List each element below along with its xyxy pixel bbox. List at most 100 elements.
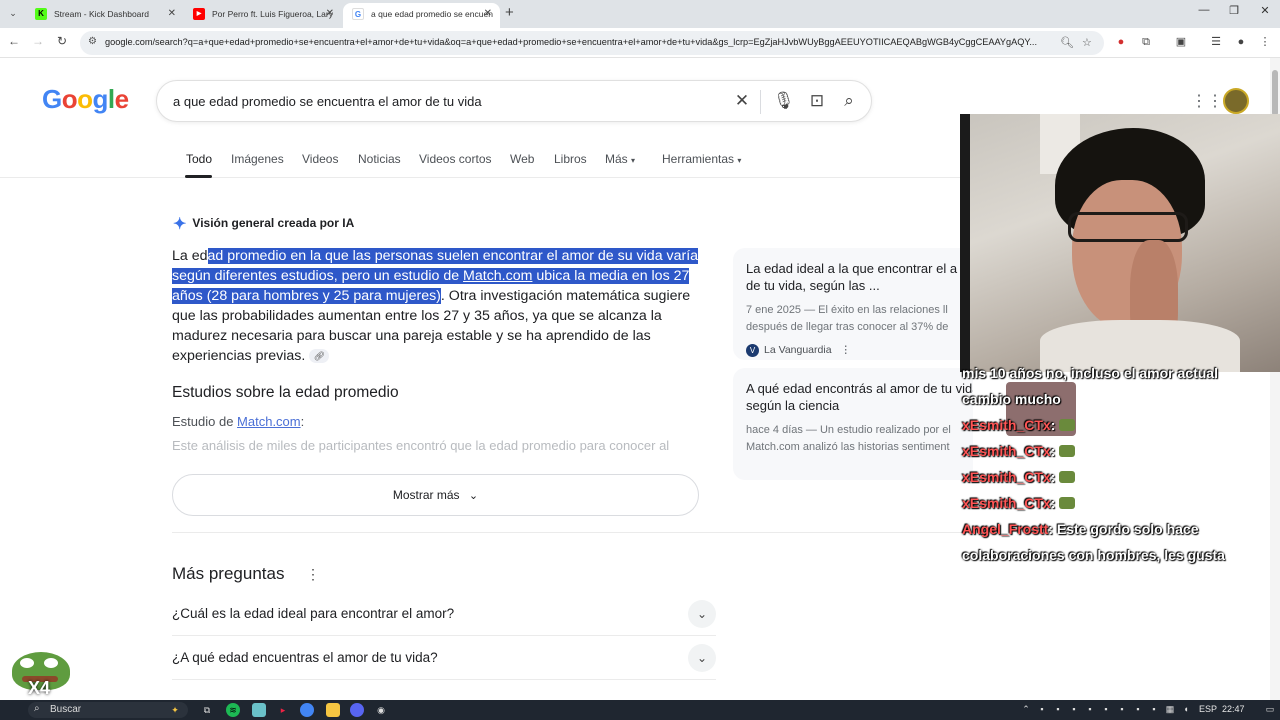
chevron-down-icon[interactable]: ⌄ (688, 600, 716, 628)
copilot-icon[interactable]: ✦ (168, 703, 182, 717)
tab-title: Stream - Kick Dashboard (54, 9, 149, 19)
tray-app-icon[interactable]: ▪ (1100, 703, 1112, 715)
chat-text: colaboraciones con hombres, les gusta (962, 547, 1225, 563)
language-indicator[interactable]: ESP (1199, 704, 1217, 714)
kick-icon: K (35, 8, 47, 20)
voice-search-icon[interactable]: 🎙︎ (773, 91, 795, 111)
search-input[interactable] (173, 94, 713, 109)
search-box[interactable]: ✕ 🎙︎ ⊡ ⌕ (156, 80, 872, 122)
profile-avatar-icon[interactable]: ● (1234, 35, 1248, 49)
site-info-icon[interactable]: ⚙ (88, 36, 97, 47)
tab-videos[interactable]: Videos (302, 152, 338, 166)
link-chip-icon[interactable]: 🔗︎ (309, 349, 330, 363)
discord-icon[interactable] (350, 703, 364, 717)
lens-search-icon[interactable]: ⊡ (807, 91, 827, 111)
browser-tabstrip: ⌄ K Stream - Kick Dashboard ✕ ▶ Por Perr… (0, 0, 1280, 28)
tab-libros[interactable]: Libros (554, 152, 587, 166)
volume-icon[interactable]: ◖ (1180, 703, 1192, 715)
notifications-icon[interactable]: ▭ (1264, 703, 1276, 715)
app-red-icon[interactable]: ▸ (276, 703, 290, 717)
app-icon[interactable] (252, 703, 266, 717)
source-title: A qué edad encontrás al amor de tu vida (746, 381, 973, 396)
forward-arrow-icon[interactable]: → (30, 34, 46, 48)
pepe-frog-sticker: X4 (6, 648, 72, 698)
account-avatar[interactable] (1223, 88, 1249, 114)
address-bar[interactable]: ⚙ google.com/search?q=a+que+edad+promedi… (80, 31, 1104, 55)
show-more-button[interactable]: Mostrar más ⌄ (172, 474, 699, 516)
more-options-icon[interactable]: ⋮ (306, 566, 320, 583)
clear-search-icon[interactable]: ✕ (732, 91, 752, 111)
match-link[interactable]: Match.com (463, 268, 532, 284)
tray-app-icon[interactable]: ▪ (1052, 703, 1064, 715)
webcam-border (960, 114, 970, 372)
tab-title: Por Perro ft. Luis Figueroa, Lary (212, 9, 333, 19)
study-line: Estudio de Match.com: (172, 414, 304, 429)
extensions-puzzle-icon[interactable]: ⧉ (1139, 35, 1153, 49)
zoom-icon[interactable]: 🔍︎ (1060, 36, 1074, 49)
tray-app-icon[interactable]: ▪ (1116, 703, 1128, 715)
tab-imagenes[interactable]: Imágenes (231, 152, 284, 166)
tray-app-icon[interactable]: ▪ (1084, 703, 1096, 715)
file-explorer-icon[interactable] (326, 703, 340, 717)
chat-user: xEsmith_CTx (962, 417, 1051, 433)
source-snippet: hace 4 días — Un estudio realizado por e… (746, 424, 951, 436)
extension-red-icon[interactable]: ● (1114, 35, 1128, 49)
network-icon[interactable]: ▦ (1164, 703, 1176, 715)
taskbar-search[interactable]: ⌕ Buscar (28, 702, 188, 718)
tab-noticias[interactable]: Noticias (358, 152, 401, 166)
new-tab-button[interactable]: + (505, 4, 514, 22)
source-card-ciencia[interactable]: A qué edad encontrás al amor de tu vida … (733, 368, 973, 480)
tray-app-icon[interactable]: ▪ (1036, 703, 1048, 715)
tab-search-chevron-icon[interactable]: ⌄ (4, 4, 22, 22)
browser-tab-google[interactable]: G a que edad promedio se encuen ✕ (343, 3, 500, 28)
close-tab-icon[interactable]: ✕ (168, 3, 176, 25)
tray-chevron-icon[interactable]: ⌃ (1020, 703, 1032, 715)
question-row[interactable]: ¿Cuál es la edad ideal para encontrar el… (172, 592, 716, 636)
restore-icon[interactable]: ❐ (1219, 4, 1249, 17)
source-title-2: según la ciencia (746, 398, 840, 413)
minimize-icon[interactable]: — (1189, 4, 1219, 16)
spotify-icon[interactable]: ≋ (226, 703, 240, 717)
url-text[interactable]: google.com/search?q=a+que+edad+promedio+… (105, 37, 1055, 47)
close-window-icon[interactable]: ✕ (1250, 4, 1280, 17)
taskbar-search-label: Buscar (50, 704, 82, 715)
tab-herramientas[interactable]: Herramientas ▾ (662, 152, 741, 166)
tab-web[interactable]: Web (510, 152, 534, 166)
browser-tab-kick[interactable]: K Stream - Kick Dashboard ✕ (26, 3, 184, 28)
close-tab-icon[interactable]: ✕ (326, 3, 334, 25)
study-match-link[interactable]: Match.com (237, 414, 301, 429)
tray-app-icon[interactable]: ▪ (1068, 703, 1080, 715)
tray-app-icon[interactable]: ▪ (1132, 703, 1144, 715)
task-view-icon[interactable]: ⧉ (200, 703, 214, 717)
windows-taskbar: ⌕ Buscar ✦ ⧉ ≋ ▸ ◉ ⌃ ▪ ▪ ▪ ▪ ▪ ▪ ▪ ▪ ▦ ◖… (0, 700, 1280, 720)
dropdown-caret-icon: ▾ (737, 156, 742, 165)
chevron-down-icon[interactable]: ⌄ (688, 644, 716, 672)
frog-emote-icon (1059, 497, 1076, 509)
obs-icon[interactable]: ◉ (374, 703, 388, 717)
chat-text: cambio mucho (962, 391, 1061, 407)
chrome-icon[interactable] (300, 703, 314, 717)
scrollbar-thumb[interactable] (1272, 70, 1278, 116)
search-icon[interactable]: ⌕ (839, 91, 859, 111)
tab-todo[interactable]: Todo (186, 152, 212, 166)
question-row[interactable]: ¿A qué edad encuentras el amor de tu vid… (172, 636, 716, 680)
back-arrow-icon[interactable]: ← (6, 34, 22, 48)
tab-videos-cortos[interactable]: Videos cortos (419, 152, 492, 166)
ai-overview-text: La edad promedio en la que las personas … (172, 246, 702, 366)
sticker-label: X4 (28, 678, 51, 698)
source-title: La edad ideal a la que encontrar el a (746, 261, 958, 276)
source-card-vanguardia[interactable]: La edad ideal a la que encontrar el a de… (733, 248, 973, 360)
tab-mas[interactable]: Más ▾ (605, 152, 635, 166)
close-tab-icon[interactable]: ✕ (484, 3, 492, 25)
reading-list-icon[interactable]: ☰ (1209, 35, 1223, 49)
bookmark-star-icon[interactable]: ☆ (1082, 36, 1092, 49)
extension-icon[interactable]: ▣ (1174, 35, 1188, 49)
google-logo[interactable]: Google (42, 84, 129, 115)
more-options-icon[interactable]: ⋮ (840, 344, 851, 356)
browser-tab-youtube[interactable]: ▶ Por Perro ft. Luis Figueroa, Lary ✕ (184, 3, 342, 28)
chrome-menu-icon[interactable]: ⋮ (1258, 35, 1272, 49)
clock[interactable]: 22:47 (1222, 704, 1245, 714)
tray-app-icon[interactable]: ▪ (1148, 703, 1160, 715)
reload-icon[interactable]: ↻ (54, 34, 70, 48)
search-icon: ⌕ (34, 703, 40, 714)
